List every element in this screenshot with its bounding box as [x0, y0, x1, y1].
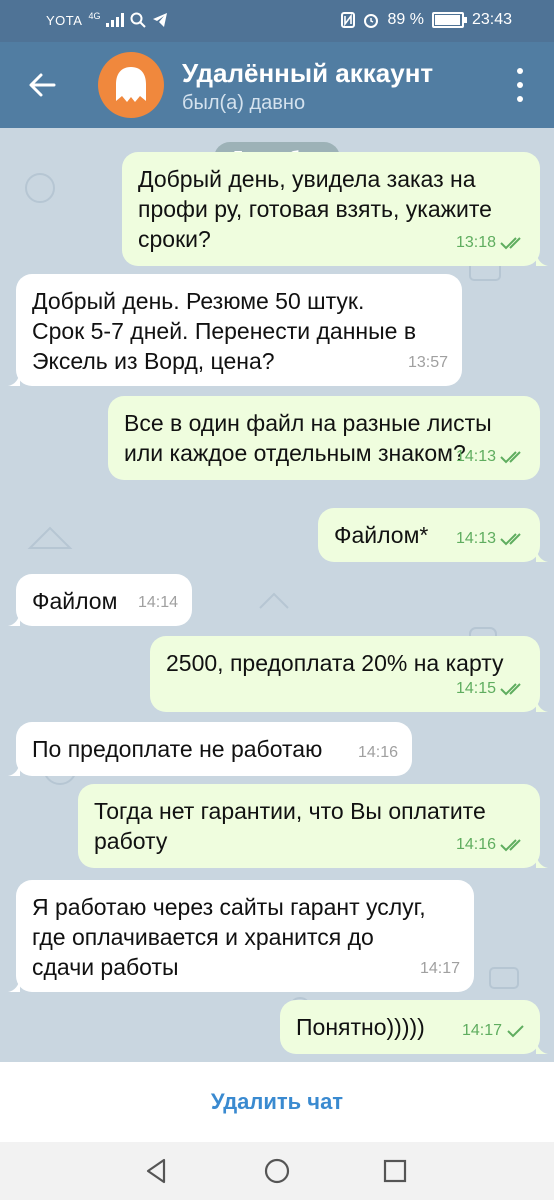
message-time: 14:16	[357, 744, 398, 761]
message-time: 14:15	[455, 680, 496, 697]
message-text-line: Тогда нет гарантии, что Вы оплатите	[94, 798, 486, 824]
status-bar: YOTA 4G 89 % 23:43	[0, 0, 554, 42]
ghost-icon	[116, 67, 146, 102]
message-text-line: Добрый день, увидела заказ на	[138, 166, 476, 192]
bubble-tail	[8, 978, 20, 992]
chat-title[interactable]: Удалённый аккаунт	[182, 58, 433, 89]
bubble-tail	[8, 762, 20, 776]
message-bubble-outgoing[interactable]: Файлом* 14:13	[318, 508, 548, 562]
nfc-icon	[341, 12, 356, 28]
message-bubble-incoming[interactable]: Файлом 14:14	[8, 574, 192, 626]
search-icon	[130, 12, 147, 28]
message-list[interactable]: 5 декабря Добрый день, увидела заказ на …	[0, 128, 554, 1062]
double-check-icon	[500, 683, 521, 696]
message-bubble-outgoing[interactable]: Все в один файл на разные листы или кажд…	[108, 396, 540, 480]
message-bubble-incoming[interactable]: Добрый день. Резюме 50 штук. Срок 5-7 дн…	[8, 274, 462, 386]
message-text-line: По предоплате не работаю	[32, 736, 323, 762]
bubble-tail	[8, 612, 20, 626]
alarm-icon	[364, 14, 379, 28]
triangle-back-icon[interactable]	[142, 1156, 172, 1186]
bottom-action-bar: Удалить чат	[0, 1062, 554, 1142]
message-time: 14:17	[419, 960, 460, 977]
battery-icon	[431, 12, 467, 28]
back-arrow-icon[interactable]	[26, 68, 60, 102]
bubble-tail	[536, 252, 548, 266]
message-text-line: Добрый день. Резюме 50 штук.	[32, 288, 365, 314]
square-recents-icon[interactable]	[380, 1156, 410, 1186]
circle-home-icon[interactable]	[262, 1156, 292, 1186]
bubble-tail	[536, 1040, 548, 1054]
bubble-tail	[536, 698, 548, 712]
message-bubble-outgoing[interactable]: 2500, предоплата 20% на карту 14:15	[150, 636, 548, 712]
last-seen-status: был(а) давно	[182, 92, 306, 114]
message-time: 14:16	[455, 836, 496, 853]
message-bubble-outgoing[interactable]: Тогда нет гарантии, что Вы оплатите рабо…	[78, 784, 548, 868]
message-time: 13:18	[455, 234, 496, 251]
more-options-icon[interactable]	[510, 68, 530, 102]
message-time: 14:14	[137, 594, 178, 611]
message-bubble-incoming[interactable]: По предоплате не работаю 14:16	[8, 722, 412, 776]
message-time: 14:17	[461, 1022, 502, 1039]
signal-icon	[106, 13, 125, 27]
message-text-line: сдачи работы	[32, 954, 179, 980]
avatar[interactable]	[98, 52, 164, 118]
delete-chat-button[interactable]: Удалить чат	[211, 1089, 343, 1115]
message-text-line: Все в один файл на разные листы	[124, 410, 492, 436]
message-text-line: Эксель из Ворд, цена?	[32, 348, 275, 374]
bubble-tail	[536, 548, 548, 562]
bubble-tail	[8, 372, 20, 386]
telegram-icon	[153, 13, 168, 27]
bubble-tail	[536, 854, 548, 868]
single-check-icon	[507, 1025, 524, 1038]
message-bubble-outgoing[interactable]: Понятно))))) 14:17	[280, 1000, 548, 1054]
double-check-icon	[500, 237, 521, 250]
battery-percent: 89 %	[387, 11, 424, 28]
message-text-line: Я работаю через сайты гарант услуг,	[32, 894, 426, 920]
chat-header: Удалённый аккаунт был(а) давно	[0, 42, 554, 128]
message-bubble-incoming[interactable]: Я работаю через сайты гарант услуг, где …	[8, 880, 474, 992]
double-check-icon	[500, 839, 521, 852]
network-type: 4G	[88, 11, 101, 21]
double-check-icon	[500, 533, 521, 546]
clock: 23:43	[471, 11, 512, 28]
message-time: 13:57	[407, 354, 448, 371]
message-time: 14:13	[455, 530, 496, 547]
carrier-label: YOTA	[46, 12, 83, 28]
message-text-line: Срок 5-7 дней. Перенести данные в	[32, 318, 417, 344]
system-navigation-bar	[0, 1142, 554, 1200]
message-text-line: профи ру, готовая взять, укажите	[138, 196, 492, 222]
message-text-line: где оплачивается и хранится до	[32, 924, 374, 950]
message-time: 14:13	[455, 448, 496, 465]
message-bubble-outgoing[interactable]: Добрый день, увидела заказ на профи ру, …	[122, 152, 548, 266]
double-check-icon	[500, 451, 521, 464]
